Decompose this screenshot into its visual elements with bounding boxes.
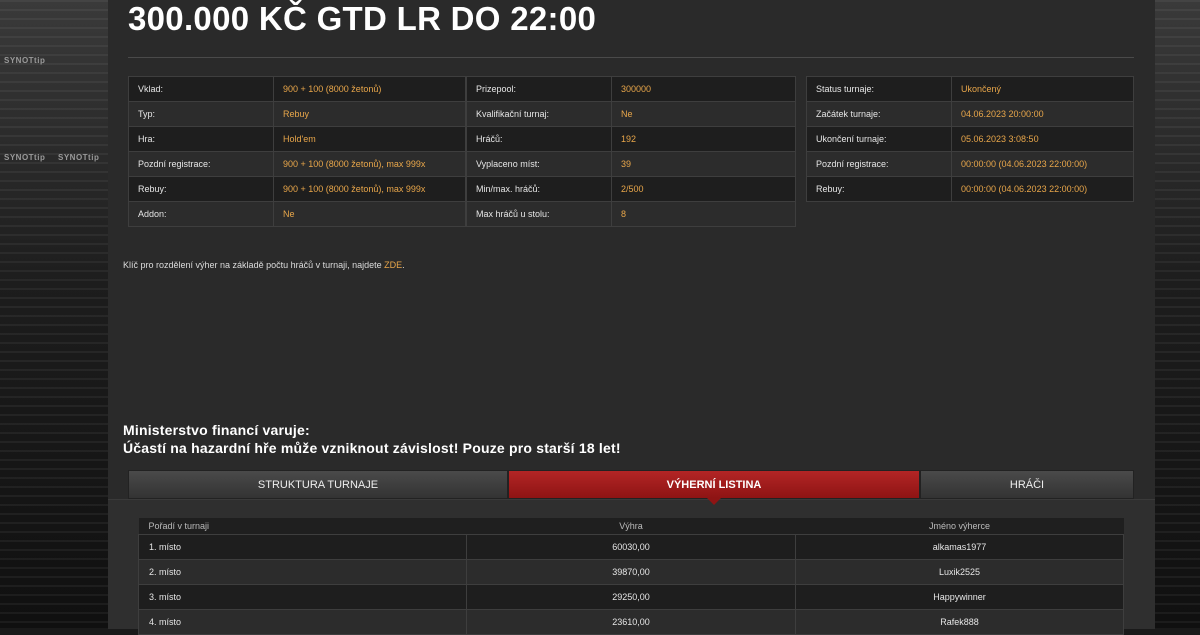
info-label: Rebuy: bbox=[128, 176, 274, 202]
info-label: Ukončení turnaje: bbox=[806, 126, 952, 152]
info-value: Hold'em bbox=[273, 126, 466, 152]
column-header-rank[interactable]: Pořadí v turnaji bbox=[138, 518, 467, 535]
table-header-row: Pořadí v turnaji Výhra Jméno výherce bbox=[138, 518, 1124, 535]
info-label: Vklad: bbox=[128, 76, 274, 102]
info-value: 900 + 100 (8000 žetonů), max 999x bbox=[273, 151, 466, 177]
cell-prize: 23610,00 bbox=[466, 609, 796, 635]
info-label: Pozdní registrace: bbox=[806, 151, 952, 177]
info-label: Status turnaje: bbox=[806, 76, 952, 102]
info-row: Min/max. hráčů: 2/500 bbox=[466, 176, 796, 202]
info-row: Status turnaje: Ukončený bbox=[806, 76, 1134, 102]
title-divider bbox=[128, 57, 1134, 58]
info-value: 192 bbox=[611, 126, 796, 152]
info-value: 00:00:00 (04.06.2023 22:00:00) bbox=[951, 176, 1134, 202]
info-label: Hráčů: bbox=[466, 126, 612, 152]
warning-heading: Ministerstvo financí varuje: bbox=[123, 422, 310, 438]
info-value: 2/500 bbox=[611, 176, 796, 202]
gambling-warning: Ministerstvo financí varuje: Účastí na h… bbox=[123, 421, 621, 457]
cell-prize: 29250,00 bbox=[466, 584, 796, 610]
info-value: Ne bbox=[611, 101, 796, 127]
info-row: Typ: Rebuy bbox=[128, 101, 466, 127]
info-label: Začátek turnaje: bbox=[806, 101, 952, 127]
tournament-title: 300.000 KČ GTD LR DO 22:00 bbox=[128, 0, 597, 37]
tab-winners[interactable]: VÝHERNÍ LISTINA bbox=[508, 470, 920, 505]
payout-key-link[interactable]: ZDE bbox=[384, 260, 402, 270]
payout-key-end: . bbox=[402, 260, 405, 270]
cell-prize: 39870,00 bbox=[466, 559, 796, 585]
info-row: Kvalifikační turnaj: Ne bbox=[466, 101, 796, 127]
cell-rank: 1. místo bbox=[138, 534, 467, 560]
info-value: 8 bbox=[611, 201, 796, 227]
background-stadium-left: SYNOTtip SYNOTtip SYNOTtip bbox=[0, 0, 108, 628]
cell-winner: Luxik2525 bbox=[795, 559, 1124, 585]
cell-rank: 2. místo bbox=[138, 559, 467, 585]
column-header-winner[interactable]: Jméno výherce bbox=[795, 518, 1124, 535]
warning-text: Účastí na hazardní hře může vzniknout zá… bbox=[123, 440, 621, 456]
info-value: 300000 bbox=[611, 76, 796, 102]
info-row: Addon: Ne bbox=[128, 201, 466, 227]
info-label: Prizepool: bbox=[466, 76, 612, 102]
info-value: 900 + 100 (8000 žetonů), max 999x bbox=[273, 176, 466, 202]
info-row: Pozdní registrace: 900 + 100 (8000 žetonů… bbox=[128, 151, 466, 177]
cell-rank: 3. místo bbox=[138, 584, 467, 610]
info-row: Ukončení turnaje: 05.06.2023 3:08:50 bbox=[806, 126, 1134, 152]
info-label: Min/max. hráčů: bbox=[466, 176, 612, 202]
info-row: Začátek turnaje: 04.06.2023 20:00:00 bbox=[806, 101, 1134, 127]
info-row: Vyplaceno míst: 39 bbox=[466, 151, 796, 177]
background-stadium-right bbox=[1155, 0, 1200, 628]
payout-key-text: Klíč pro rozdělení výher na základě počt… bbox=[123, 260, 385, 270]
info-value: 900 + 100 (8000 žetonů) bbox=[273, 76, 466, 102]
active-tab-pointer bbox=[707, 498, 721, 505]
brand-watermark: SYNOTtip bbox=[4, 56, 46, 65]
info-value: Ne bbox=[273, 201, 466, 227]
info-value: 39 bbox=[611, 151, 796, 177]
info-table-status: Status turnaje: Ukončený Začátek turnaje:… bbox=[806, 76, 1134, 202]
tab-structure[interactable]: STRUKTURA TURNAJE bbox=[128, 470, 508, 499]
tab-label: VÝHERNÍ LISTINA bbox=[666, 478, 762, 491]
table-row: 3. místo 29250,00 Happywinner bbox=[138, 584, 1124, 610]
info-row: Max hráčů u stolu: 8 bbox=[466, 201, 796, 227]
table-row: 2. místo 39870,00 Luxik2525 bbox=[138, 559, 1124, 585]
cell-winner: Happywinner bbox=[795, 584, 1124, 610]
tab-label: HRÁČI bbox=[1009, 478, 1045, 491]
info-table-entry: Vklad: 900 + 100 (8000 žetonů) Typ: Rebuy … bbox=[128, 76, 466, 227]
tab-bar: STRUKTURA TURNAJE VÝHERNÍ LISTINA HRÁČI bbox=[128, 470, 1134, 505]
info-label: Pozdní registrace: bbox=[128, 151, 274, 177]
info-table-players: Prizepool: 300000 Kvalifikační turnaj: Ne … bbox=[466, 76, 796, 227]
table-row: 1. místo 60030,00 alkamas1977 bbox=[138, 534, 1124, 560]
info-label: Rebuy: bbox=[806, 176, 952, 202]
tab-players[interactable]: HRÁČI bbox=[920, 470, 1134, 499]
info-row: Pozdní registrace: 00:00:00 (04.06.2023 2… bbox=[806, 151, 1134, 177]
brand-watermark: SYNOTtip bbox=[4, 153, 46, 162]
info-row: Vklad: 900 + 100 (8000 žetonů) bbox=[128, 76, 466, 102]
info-label: Vyplaceno míst: bbox=[466, 151, 612, 177]
tournament-detail-panel: 300.000 KČ GTD LR DO 22:00 Vklad: 900 + 1… bbox=[108, 0, 1155, 635]
info-row: Hráčů: 192 bbox=[466, 126, 796, 152]
tab-label: STRUKTURA TURNAJE bbox=[257, 478, 379, 491]
info-value: 05.06.2023 3:08:50 bbox=[951, 126, 1134, 152]
column-header-prize[interactable]: Výhra bbox=[466, 518, 796, 535]
info-value: 00:00:00 (04.06.2023 22:00:00) bbox=[951, 151, 1134, 177]
info-label: Addon: bbox=[128, 201, 274, 227]
info-label: Hra: bbox=[128, 126, 274, 152]
cell-winner: alkamas1977 bbox=[795, 534, 1124, 560]
info-row: Rebuy: 900 + 100 (8000 žetonů), max 999x bbox=[128, 176, 466, 202]
info-row: Rebuy: 00:00:00 (04.06.2023 22:00:00) bbox=[806, 176, 1134, 202]
payout-key-note: Klíč pro rozdělení výher na základě počt… bbox=[123, 260, 405, 270]
info-label: Kvalifikační turnaj: bbox=[466, 101, 612, 127]
info-row: Prizepool: 300000 bbox=[466, 76, 796, 102]
info-row: Hra: Hold'em bbox=[128, 126, 466, 152]
brand-watermark: SYNOTtip bbox=[58, 153, 100, 162]
cell-rank: 4. místo bbox=[138, 609, 467, 635]
cell-winner: Rafek888 bbox=[795, 609, 1124, 635]
info-label: Typ: bbox=[128, 101, 274, 127]
cell-prize: 60030,00 bbox=[466, 534, 796, 560]
info-value: Rebuy bbox=[273, 101, 466, 127]
table-row: 4. místo 23610,00 Rafek888 bbox=[138, 609, 1124, 635]
info-value: Ukončený bbox=[951, 76, 1134, 102]
winners-table: Pořadí v turnaji Výhra Jméno výherce 1. … bbox=[138, 518, 1124, 635]
info-value: 04.06.2023 20:00:00 bbox=[951, 101, 1134, 127]
info-label: Max hráčů u stolu: bbox=[466, 201, 612, 227]
